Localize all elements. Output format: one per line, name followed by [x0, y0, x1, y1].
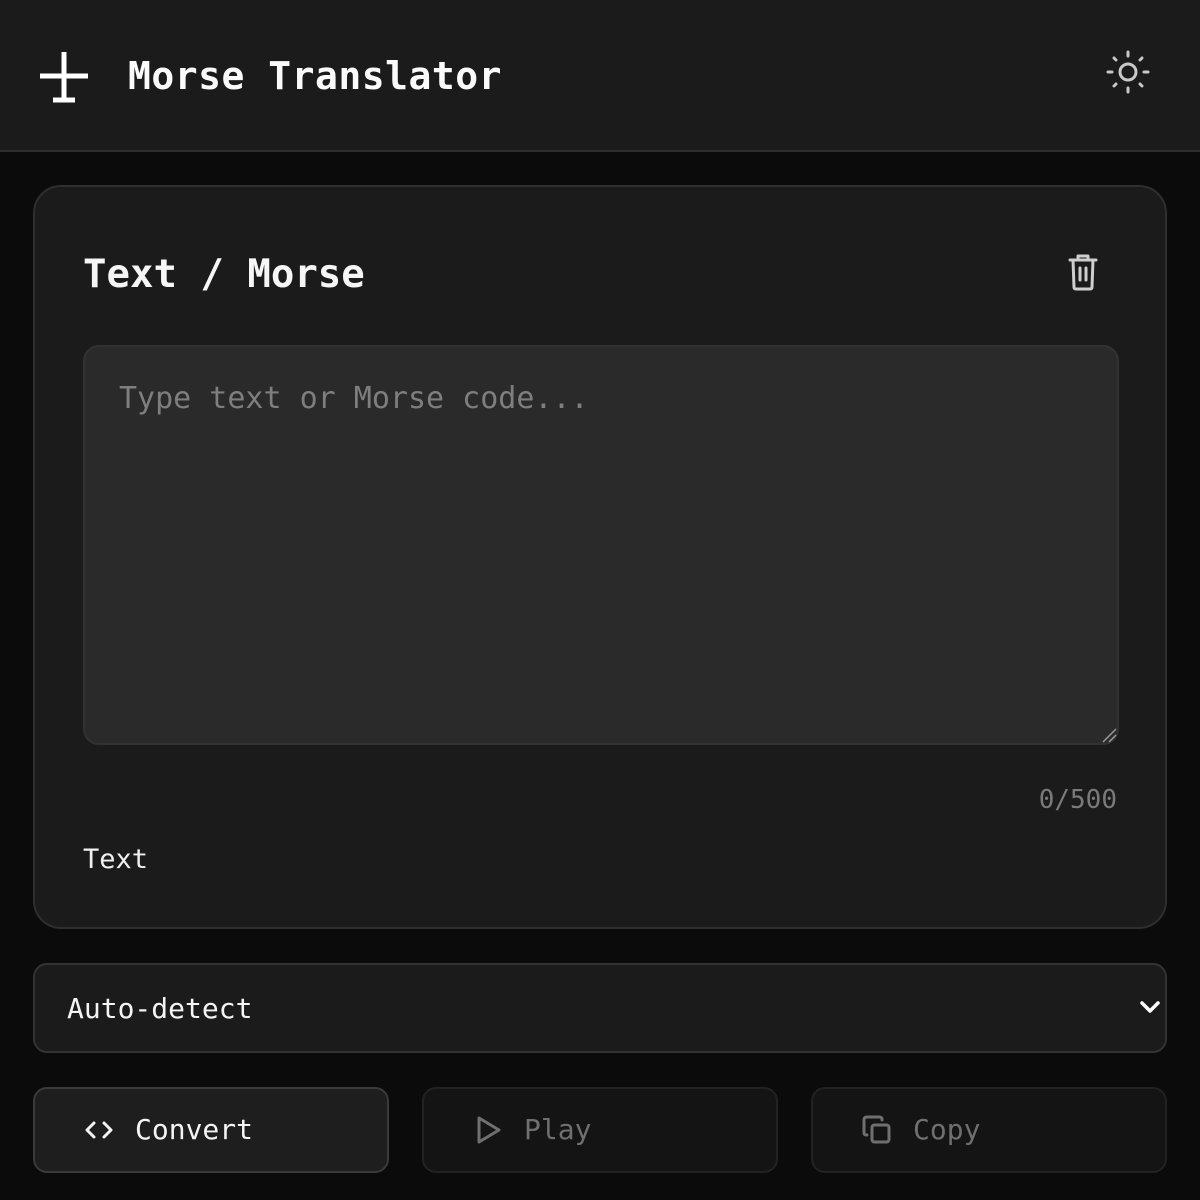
- copy-icon: [862, 1115, 891, 1144]
- theme-toggle-button[interactable]: [1104, 48, 1152, 96]
- play-button[interactable]: Play: [422, 1087, 778, 1173]
- clear-button[interactable]: [1063, 249, 1103, 293]
- morse-key-icon: [40, 52, 88, 103]
- play-icon: [477, 1116, 501, 1144]
- mode-select-value: Auto-detect: [67, 992, 253, 1025]
- char-count: 0/500: [1038, 785, 1117, 815]
- play-button-label: Play: [524, 1113, 592, 1146]
- translator-card: Text / Morse 0/500 Text: [33, 185, 1167, 929]
- app-header: Morse Translator: [0, 0, 1200, 152]
- mode-select[interactable]: Auto-detect: [33, 963, 1167, 1053]
- morse-text-input[interactable]: [83, 345, 1119, 745]
- convert-button[interactable]: Convert: [33, 1087, 389, 1173]
- card-title: Text / Morse: [83, 252, 365, 297]
- code-brackets-icon: [85, 1121, 113, 1139]
- trash-icon: [1068, 254, 1098, 291]
- convert-button-label: Convert: [135, 1113, 254, 1146]
- app-title: Morse Translator: [128, 54, 503, 98]
- resize-handle-icon[interactable]: [1101, 727, 1117, 743]
- copy-button-label: Copy: [913, 1113, 981, 1146]
- detected-mode-label: Text: [83, 844, 149, 875]
- chevron-down-icon: [1140, 1001, 1160, 1013]
- sun-icon: [1106, 50, 1150, 94]
- copy-button[interactable]: Copy: [811, 1087, 1167, 1173]
